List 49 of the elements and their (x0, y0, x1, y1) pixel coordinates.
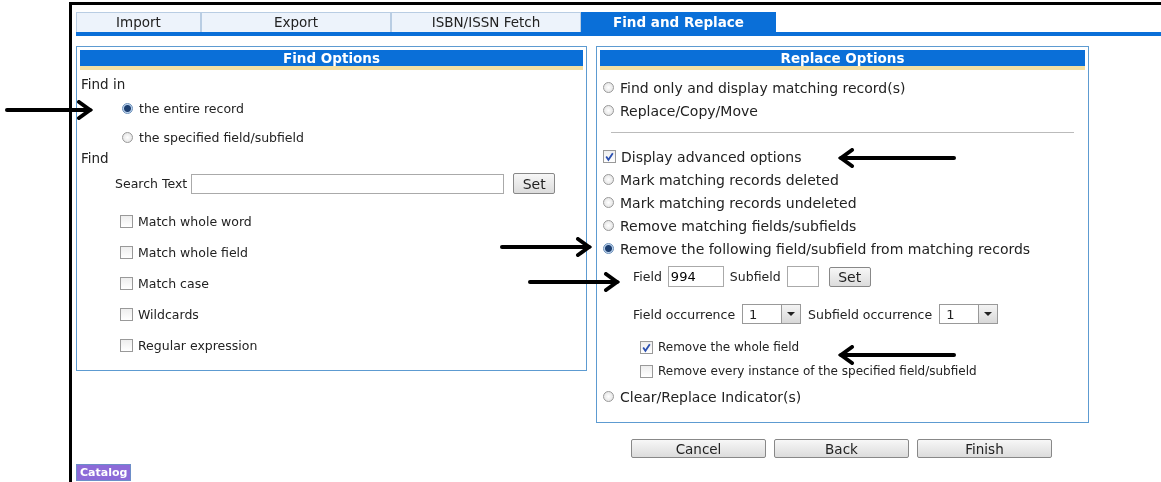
checkbox-option[interactable]: Remove the whole field (640, 337, 800, 357)
radio-option[interactable]: Remove matching fields/subfields (603, 214, 857, 237)
search-field[interactable] (191, 173, 505, 194)
panel-header: Find Options (80, 50, 583, 70)
radio-option[interactable]: the specified field/subfield (122, 130, 304, 145)
checkbox-option[interactable]: Display advanced options (603, 145, 802, 168)
checkbox-option[interactable]: Remove every instance of the specified field/subfield (640, 361, 977, 381)
arrow-icon (500, 237, 592, 257)
radio-option[interactable]: Clear/Replace Indicator(s) (603, 385, 802, 408)
occurrence-dropdown[interactable]: 1 (939, 304, 999, 324)
panel-header: Replace Options (600, 50, 1085, 70)
field-label: Subfield (729, 269, 781, 284)
dialog-button[interactable]: Finish (917, 439, 1052, 458)
radio-option[interactable]: Mark matching records undeleted (603, 191, 857, 214)
arrow-icon (528, 272, 620, 292)
checkbox-option[interactable]: Regular expression (120, 335, 258, 355)
field-label: Search Text (115, 176, 188, 191)
section-label: Find in (81, 76, 127, 92)
arrow-icon (838, 148, 956, 168)
tab[interactable]: Import (76, 12, 201, 32)
caret-icon[interactable] (978, 305, 998, 323)
tab[interactable]: ISBN/ISSN Fetch (391, 12, 581, 32)
checkmark-icon (604, 151, 615, 162)
dialog-button[interactable]: Cancel (631, 439, 766, 458)
radio-option[interactable]: the entire record (122, 101, 244, 116)
checkmark-icon (641, 341, 652, 353)
module-badge: Catalog (76, 464, 132, 481)
field-label: Field occurrence (633, 306, 736, 322)
field-input[interactable]: 994 (667, 266, 724, 287)
caret-icon[interactable] (781, 305, 801, 323)
checkbox-option[interactable]: Match whole field (120, 242, 249, 262)
radio-option[interactable]: Mark matching records deleted (603, 168, 839, 191)
tab[interactable]: Find and Replace (581, 12, 776, 32)
field-label: Field (633, 269, 662, 284)
tab[interactable]: Export (201, 12, 391, 32)
radio-option[interactable]: Find only and display matching record(s) (603, 76, 906, 99)
dialog-button[interactable]: Back (774, 439, 909, 458)
radio-option[interactable]: Replace/Copy/Move (603, 99, 758, 122)
arrow-icon (838, 345, 956, 365)
subfield-input[interactable] (786, 266, 819, 287)
section-label: Find (81, 150, 110, 166)
checkbox-option[interactable]: Wildcards (120, 304, 199, 324)
set-button[interactable]: Set (513, 173, 556, 194)
checkbox-option[interactable]: Match whole word (120, 211, 252, 231)
radio-option[interactable]: Remove the following field/subfield from matching records (603, 237, 1031, 260)
occurrence-dropdown[interactable]: 1 (742, 304, 802, 324)
set-button[interactable]: Set (828, 266, 871, 287)
field-label: Subfield occurrence (808, 306, 933, 322)
checkbox-option[interactable]: Match case (120, 273, 209, 293)
